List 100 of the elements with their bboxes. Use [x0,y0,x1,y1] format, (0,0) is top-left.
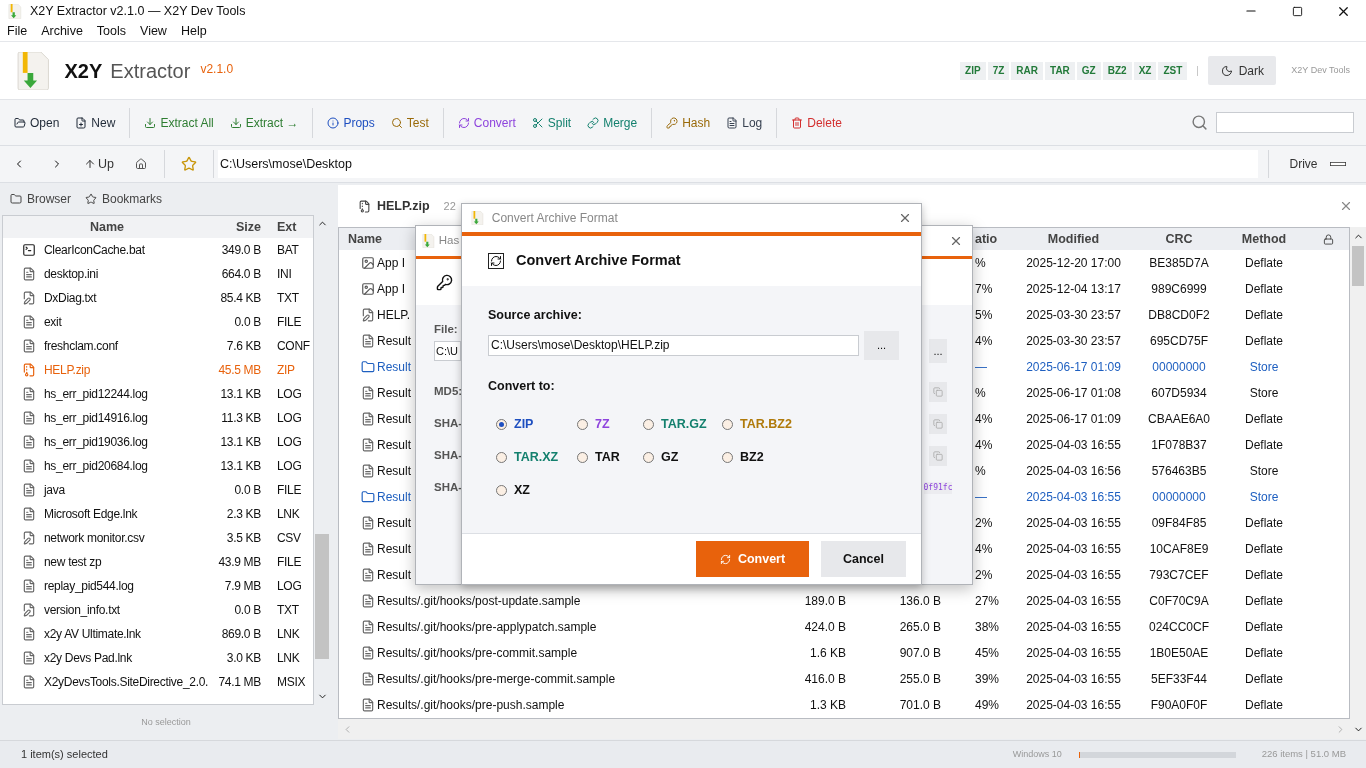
file-name[interactable]: hs_err_pid12244.log [43,385,213,403]
format-radio[interactable]: XZ [496,473,577,507]
entry-modified: 2025-06-17 01:09 [1025,411,1122,428]
format-radio[interactable]: 7Z [577,407,643,441]
cancel-button[interactable]: Cancel [821,541,906,577]
toolbar-button[interactable]: Convert [449,107,524,138]
file-name[interactable]: X2yDevsTools.SiteDirective_2.0. [43,673,213,691]
source-field[interactable]: C:\Users\mose\Desktop\HELP.zip [488,334,859,356]
entry-crc: 10CAF8E9 [1148,541,1210,558]
entry-name[interactable]: Result [377,566,411,584]
entry-name[interactable]: Result [377,384,411,402]
menu-item[interactable]: Help [173,22,214,41]
file-size: 13.1 KB [219,458,261,475]
vertical-scrollbar[interactable] [1350,227,1366,739]
file-name[interactable]: desktop.ini [43,265,213,283]
entry-modified: 2025-04-03 16:55 [1025,437,1122,454]
toolbar-button[interactable]: Test [382,107,437,138]
entry-name[interactable]: Result [377,488,411,506]
document-icon [726,116,739,129]
file-name[interactable]: x2y AV Ultimate.lnk [43,625,213,643]
file-ext: LNK [277,506,300,523]
entry-name[interactable]: App I [377,280,406,298]
document-icon [22,507,36,521]
entry-name[interactable]: Result [377,462,411,480]
entry-name[interactable]: Result [377,514,411,532]
file-name[interactable]: network monitor.csv [43,529,213,547]
toolbar-button[interactable]: Props [319,107,383,138]
browse-button[interactable]: ... [864,330,899,360]
format-radio[interactable]: BZ2 [722,440,822,474]
format-radio[interactable]: TAR.GZ [643,407,722,441]
up-button[interactable]: Up [76,149,122,179]
entry-crc: C0F70C9A [1148,593,1210,610]
entry-method: Deflate [1244,619,1284,636]
toolbar-button[interactable]: Log [718,107,771,138]
entry-name[interactable]: Result [377,540,411,558]
copy-button[interactable] [929,414,947,434]
toolbar-button[interactable]: Merge [579,107,646,138]
file-name[interactable]: x2y Devs Pad.lnk [43,649,213,667]
toolbar-button[interactable]: Split [523,107,580,138]
entry-modified: 2025-04-03 16:55 [1025,541,1122,558]
file-name[interactable]: hs_err_pid20684.log [43,457,213,475]
menu-item[interactable]: Archive [34,22,90,41]
file-ext: CONF [277,338,310,355]
drive-button[interactable]: Drive [1269,149,1366,179]
entry-name[interactable]: HELP. [377,306,411,324]
file-name[interactable]: Microsoft Edge.lnk [43,505,213,523]
file-size: 2.3 KB [225,506,261,523]
document-icon [22,459,36,473]
entry-size: 1.6 KB [809,645,846,662]
format-radio[interactable]: ZIP [496,407,577,441]
toolbar-button[interactable]: Delete [783,107,850,138]
file-name[interactable]: hs_err_pid14916.log [43,409,213,427]
toolbar-button[interactable]: New [67,107,124,138]
file-name[interactable]: exit [43,313,213,331]
copy-button[interactable] [929,446,947,466]
file-name[interactable]: ClearIconCache.bat [43,241,213,259]
file-name[interactable]: hs_err_pid19036.log [43,433,213,451]
dialog-heading: Convert Archive Format [516,251,681,271]
entry-crc: 5EF33F44 [1149,671,1208,688]
entry-name[interactable]: Result [377,436,411,454]
dark-mode-button[interactable]: Dark [1208,56,1277,85]
sidebar-tab[interactable]: Bookmarks [85,190,163,208]
menu-item[interactable]: View [133,22,174,41]
copy-button[interactable] [929,382,947,402]
menu-item[interactable]: Tools [89,22,134,41]
sidebar-tab[interactable]: Browser [10,190,71,208]
file-name[interactable]: freshclam.conf [43,337,213,355]
entry-name[interactable]: Results/.git/hooks/pre-push.sample [377,696,565,714]
horizontal-scrollbar[interactable] [338,719,1350,739]
browse-button[interactable]: ... [929,339,947,363]
entry-name[interactable]: Result [377,358,411,376]
path-field[interactable]: C:\Users\mose\Desktop [218,150,1258,178]
entry-name[interactable]: Results/.git/hooks/pre-applypatch.sample [377,618,597,636]
field-label: File: [434,322,458,337]
entry-name[interactable]: Result [377,410,411,428]
file-name[interactable]: replay_pid544.log [43,577,213,595]
format-radio[interactable]: GZ [643,440,722,474]
scroll-thumb[interactable] [1352,246,1364,286]
search-field[interactable] [1216,112,1354,133]
file-name[interactable]: new test zp [43,553,213,571]
format-radio[interactable]: TAR.XZ [496,440,577,474]
entry-name[interactable]: Result [377,332,411,350]
entry-crc: DB8CD0F2 [1147,307,1211,324]
toolbar-button[interactable]: Extract All [136,107,222,138]
entry-name[interactable]: Results/.git/hooks/pre-merge-commit.sample [377,670,616,688]
file-name[interactable]: version_info.txt [43,601,213,619]
brand-name: X2Y [64,58,103,84]
entry-name[interactable]: App I [377,254,406,272]
menu-item[interactable]: File [0,22,35,41]
file-name[interactable]: java [43,481,213,499]
toolbar-button[interactable]: Hash [658,107,719,138]
file-path-field[interactable]: C:\U [434,341,461,361]
toolbar-button[interactable]: Extract → [221,107,307,138]
scroll-thumb[interactable] [315,534,329,659]
entry-name[interactable]: Results/.git/hooks/pre-commit.sample [377,644,578,662]
entry-name[interactable]: Results/.git/hooks/post-update.sample [377,592,581,610]
toolbar-button[interactable]: Open [6,107,68,138]
file-size: 0.0 B [233,602,261,619]
format-radio[interactable]: TAR [577,440,643,474]
file-name[interactable]: DxDiag.txt [43,289,213,307]
